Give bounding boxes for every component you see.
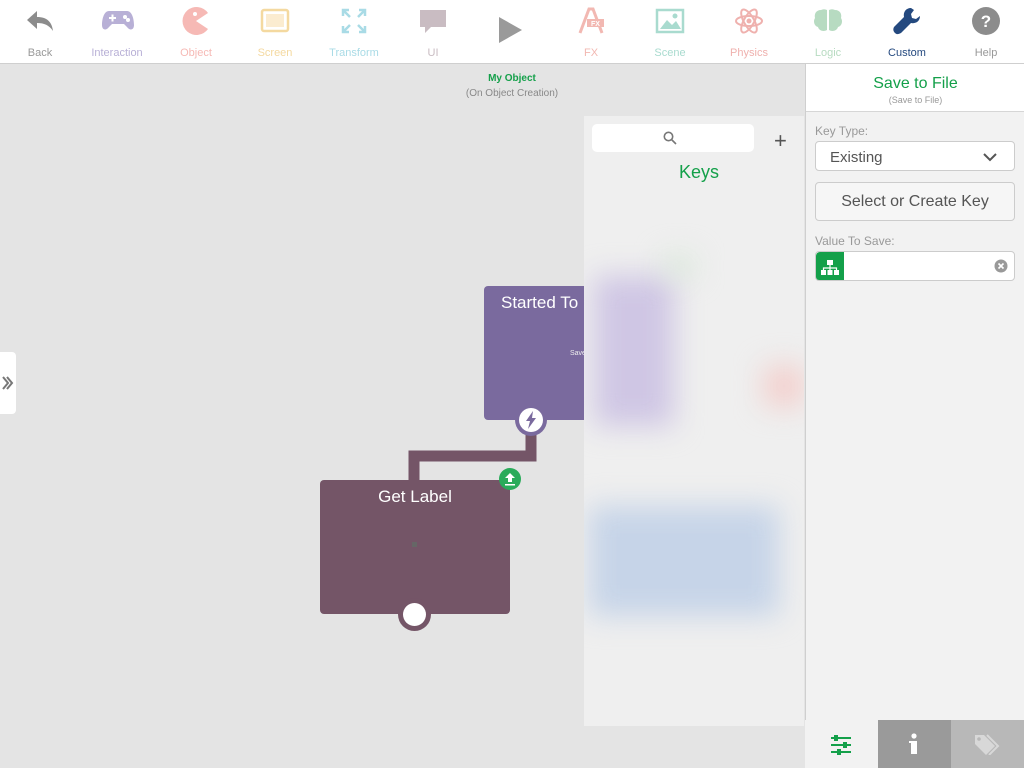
key-type-select[interactable]: Existing bbox=[815, 141, 1015, 171]
node-marker bbox=[412, 542, 417, 547]
tab-properties[interactable] bbox=[805, 720, 878, 768]
select-or-create-key-button[interactable]: Select or Create Key bbox=[815, 182, 1015, 221]
upload-icon[interactable] bbox=[499, 468, 521, 490]
bottom-tabs bbox=[805, 720, 1024, 768]
properties-header: Save to File (Save to File) bbox=[806, 64, 1024, 112]
blurred-node bbox=[589, 506, 779, 616]
properties-subtitle: (Save to File) bbox=[888, 95, 943, 105]
key-type-label: Key Type: bbox=[815, 124, 869, 138]
info-icon bbox=[909, 733, 917, 754]
add-key-button[interactable]: + bbox=[774, 128, 787, 154]
output-connector[interactable] bbox=[398, 598, 431, 631]
trigger-connector[interactable] bbox=[515, 404, 547, 436]
properties-panel: Save to File (Save to File) Key Type: Ex… bbox=[805, 64, 1024, 768]
keys-panel: + Keys bbox=[584, 116, 804, 726]
search-icon bbox=[663, 131, 677, 145]
blurred-node bbox=[764, 366, 804, 406]
lightning-icon bbox=[519, 408, 543, 432]
tab-tags[interactable] bbox=[951, 720, 1024, 768]
properties-title: Save to File bbox=[873, 75, 958, 92]
node-title: Get Label bbox=[378, 487, 452, 506]
keys-search-input[interactable] bbox=[592, 124, 754, 152]
clear-icon[interactable] bbox=[994, 259, 1008, 273]
node-get-label[interactable]: Get Label bbox=[320, 480, 510, 614]
key-type-value: Existing bbox=[830, 149, 883, 166]
tab-info[interactable] bbox=[878, 720, 951, 768]
blurred-node bbox=[664, 256, 694, 276]
node-title: Started To bbox=[501, 293, 579, 312]
value-to-save-field[interactable] bbox=[815, 251, 1015, 281]
value-to-save-label: Value To Save: bbox=[815, 234, 895, 248]
hierarchy-icon[interactable] bbox=[816, 252, 844, 280]
keys-title: Keys bbox=[678, 162, 720, 182]
tag-icon bbox=[975, 734, 1000, 755]
blurred-node bbox=[594, 276, 674, 426]
chevron-down-icon bbox=[983, 153, 997, 162]
sliders-icon bbox=[831, 735, 851, 755]
